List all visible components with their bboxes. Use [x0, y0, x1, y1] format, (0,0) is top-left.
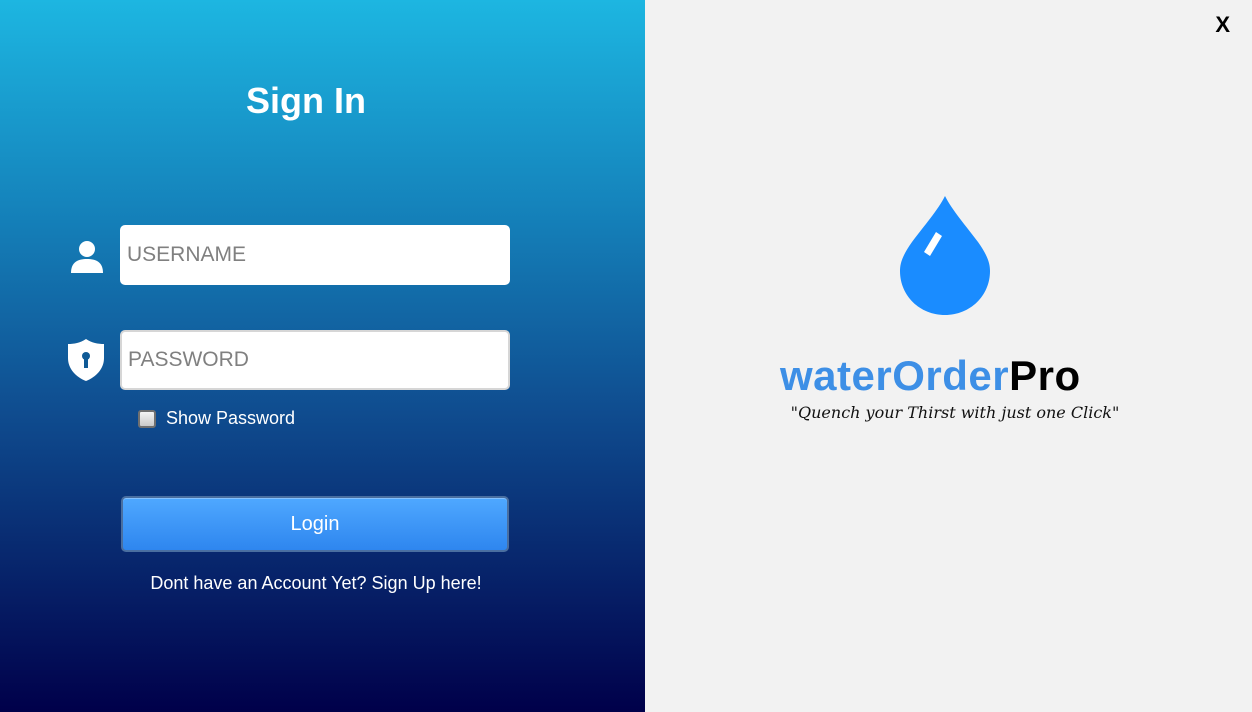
login-button[interactable]: Login	[121, 496, 509, 552]
tagline: "Quench your Thirst with just one Click"	[790, 403, 1120, 422]
brand-name-part1: waterOrder	[780, 352, 1010, 399]
show-password-label: Show Password	[166, 408, 296, 428]
brand-name: waterOrderPro	[780, 352, 1140, 400]
close-button[interactable]: X	[1215, 12, 1230, 38]
password-input[interactable]	[120, 330, 510, 390]
brand-name-part2: Pro	[1009, 352, 1081, 399]
show-password-checkbox[interactable]	[138, 409, 156, 428]
water-drop-icon	[900, 196, 990, 315]
username-input[interactable]	[120, 225, 510, 285]
signup-link[interactable]: Dont have an Account Yet? Sign Up here!	[120, 573, 512, 594]
login-panel: Sign In Show Password Login Dont have an…	[0, 0, 645, 712]
show-password-toggle[interactable]: Show Password	[138, 408, 295, 429]
page-title: Sign In	[246, 80, 366, 121]
user-icon	[71, 241, 103, 273]
shield-lock-icon	[68, 339, 104, 381]
